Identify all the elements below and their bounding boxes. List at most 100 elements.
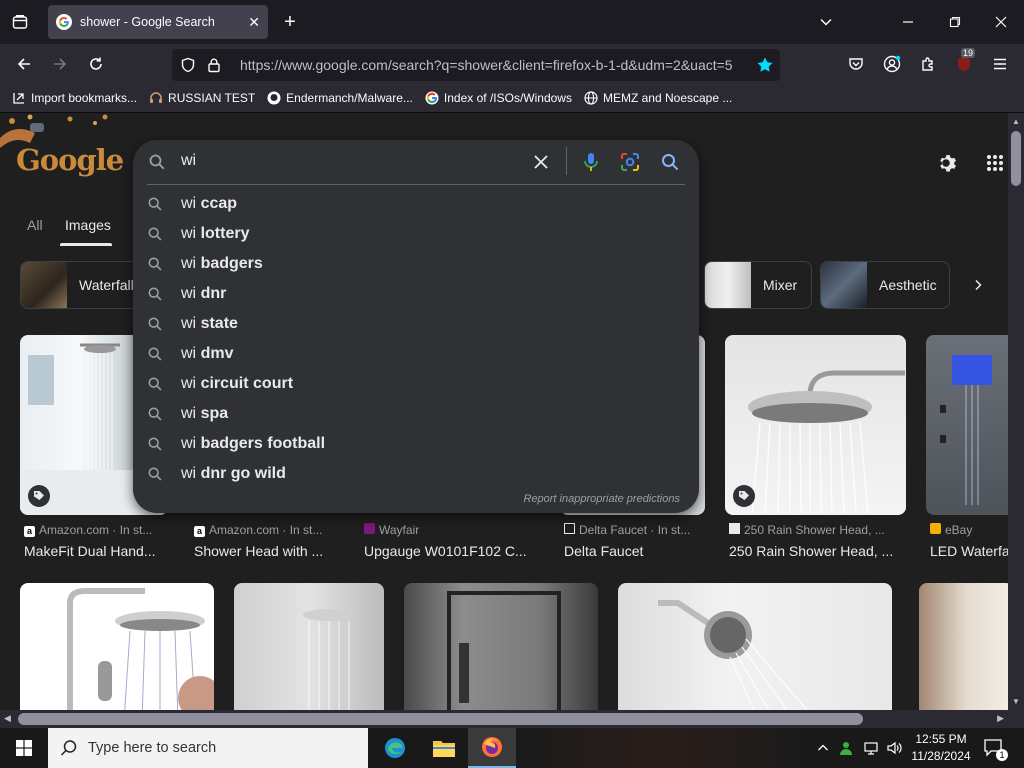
search-suggestion[interactable]: wi dnr <box>133 279 699 309</box>
result-image[interactable] <box>404 583 598 710</box>
site-favicon-icon <box>729 523 740 534</box>
clear-search-icon[interactable] <box>529 150 553 174</box>
result-image[interactable] <box>618 583 892 710</box>
tracking-protection-icon[interactable] <box>180 57 196 73</box>
scroll-right-arrow-icon[interactable]: ▶ <box>997 713 1004 724</box>
google-lens-camera-icon[interactable] <box>618 150 642 174</box>
search-suggestion[interactable]: wi ccap <box>133 189 699 219</box>
search-input[interactable]: wi <box>181 152 521 170</box>
bookmark-endermanch[interactable]: Endermanch/Malware... <box>267 91 413 105</box>
scroll-down-arrow-icon[interactable]: ▼ <box>1012 697 1020 706</box>
new-tab-icon[interactable]: + <box>278 10 302 34</box>
search-suggestion[interactable]: wi circuit court <box>133 369 699 399</box>
result-source: 250 Rain Shower Head, ... <box>729 523 905 537</box>
chips-next-arrow-icon[interactable] <box>966 273 990 297</box>
bookmark-star-icon[interactable] <box>756 56 774 74</box>
result-source: Delta Faucet · In st... <box>564 523 704 537</box>
horizontal-scrollbar[interactable]: ◀ ▶ <box>0 710 1008 728</box>
firefox-taskbar-icon[interactable] <box>468 728 516 768</box>
ublock-extension-icon[interactable]: 19 <box>952 48 976 76</box>
bookmark-russian-test[interactable]: RUSSIAN TEST <box>149 91 255 105</box>
tab-images[interactable]: Images <box>65 217 111 233</box>
result-image[interactable] <box>725 335 906 515</box>
chip-waterfall[interactable]: Waterfall <box>20 261 150 309</box>
scroll-left-arrow-icon[interactable]: ◀ <box>4 713 11 724</box>
suggestion-completion: spa <box>200 405 229 422</box>
tab-all[interactable]: All <box>27 217 43 233</box>
network-icon[interactable] <box>860 736 882 760</box>
voice-search-microphone-icon[interactable] <box>579 150 603 174</box>
settings-gear-icon[interactable] <box>936 151 960 175</box>
suggestion-completion: dnr go wild <box>200 465 286 482</box>
address-bar[interactable]: https://www.google.com/search?q=shower&c… <box>172 49 780 81</box>
suggestion-prefix: wi <box>181 195 197 212</box>
suggestion-completion: badgers <box>200 255 263 272</box>
windows-taskbar: Type here to search 12:55 PM 11/28/2024 … <box>0 728 1024 768</box>
notification-count-badge: 1 <box>996 749 1008 761</box>
url-text[interactable]: https://www.google.com/search?q=shower&c… <box>240 57 750 73</box>
google-favicon-icon <box>56 14 72 30</box>
search-suggestion[interactable]: wi badgers <box>133 249 699 279</box>
scroll-up-arrow-icon[interactable]: ▲ <box>1012 117 1020 126</box>
windows-start-icon[interactable] <box>0 728 48 768</box>
clock[interactable]: 12:55 PM 11/28/2024 <box>908 731 974 765</box>
suggestion-search-icon <box>148 407 164 421</box>
search-suggestion[interactable]: wi lottery <box>133 219 699 249</box>
result-image[interactable] <box>234 583 384 710</box>
search-suggestion[interactable]: wi dnr go wild <box>133 459 699 489</box>
suggestion-prefix: wi <box>181 435 197 452</box>
clock-date: 11/28/2024 <box>911 749 971 763</box>
restore-icon[interactable] <box>943 10 967 34</box>
action-center-notification-icon[interactable]: 1 <box>980 734 1008 762</box>
suggestion-completion: dmv <box>200 345 234 362</box>
list-all-tabs-icon[interactable] <box>8 10 32 34</box>
vertical-scroll-thumb[interactable] <box>1011 131 1021 186</box>
google-doodle-logo[interactable]: Google <box>0 113 125 193</box>
extensions-icon[interactable] <box>916 52 940 76</box>
result-title: Shower Head with ... <box>194 543 324 559</box>
back-icon[interactable] <box>12 52 36 76</box>
close-tab-icon[interactable]: ✕ <box>248 14 260 31</box>
forward-icon[interactable] <box>48 52 72 76</box>
suggestion-completion: lottery <box>200 225 250 242</box>
horizontal-scroll-thumb[interactable] <box>18 713 863 725</box>
extension-badge: 19 <box>961 48 976 58</box>
file-explorer-icon[interactable] <box>427 732 461 764</box>
suggestion-prefix: wi <box>181 345 197 362</box>
search-suggestion[interactable]: wi spa <box>133 399 699 429</box>
bookmark-index-isos[interactable]: Index of /ISOs/Windows <box>425 91 572 105</box>
reload-icon[interactable] <box>84 52 108 76</box>
tab-title: shower - Google Search <box>80 15 215 29</box>
search-suggestion[interactable]: wi dmv <box>133 339 699 369</box>
lock-icon[interactable] <box>206 57 222 73</box>
shopping-tag-icon <box>733 485 755 507</box>
chip-aesthetic[interactable]: Aesthetic <box>820 261 950 309</box>
result-image[interactable] <box>919 583 1008 710</box>
suggestion-prefix: wi <box>181 315 197 332</box>
show-hidden-icons-chevron-icon[interactable] <box>814 736 832 760</box>
vertical-scrollbar[interactable]: ▲ ▼ <box>1008 113 1024 710</box>
shopping-tag-icon <box>28 485 50 507</box>
chip-mixer[interactable]: Mixer <box>704 261 812 309</box>
hamburger-menu-icon[interactable] <box>988 52 1012 76</box>
active-tab[interactable]: shower - Google Search ✕ <box>48 5 268 39</box>
search-submit-icon[interactable] <box>658 150 682 174</box>
people-sync-icon[interactable] <box>836 736 858 760</box>
close-window-icon[interactable] <box>989 10 1013 34</box>
pocket-icon[interactable] <box>844 52 868 76</box>
volume-icon[interactable] <box>883 736 905 760</box>
bookmark-import[interactable]: Import bookmarks... <box>12 91 137 105</box>
chevron-down-icon[interactable] <box>814 10 838 34</box>
taskbar-search-box[interactable]: Type here to search <box>48 728 368 768</box>
account-icon[interactable] <box>880 52 904 76</box>
google-apps-grid-icon[interactable] <box>983 151 1007 175</box>
search-suggestion[interactable]: wi badgers football <box>133 429 699 459</box>
edge-browser-icon[interactable] <box>378 732 412 764</box>
search-suggestion[interactable]: wi state <box>133 309 699 339</box>
bookmark-memz[interactable]: MEMZ and Noescape ... <box>584 91 732 105</box>
suggestion-search-icon <box>148 197 164 211</box>
result-image[interactable] <box>20 583 214 710</box>
minimize-icon[interactable] <box>896 10 920 34</box>
report-predictions-link[interactable]: Report inappropriate predictions <box>523 493 680 505</box>
result-image[interactable] <box>926 335 1008 515</box>
